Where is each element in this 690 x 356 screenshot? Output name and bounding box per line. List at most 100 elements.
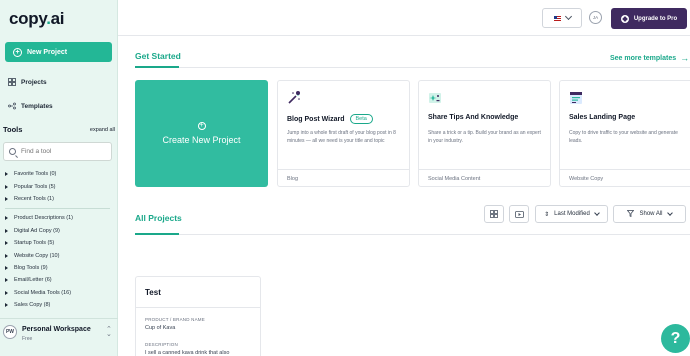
tool-group-social-media-tools[interactable]: Social Media Tools (16)	[5, 287, 115, 299]
video-icon	[514, 210, 524, 218]
tools-title: Tools	[3, 125, 23, 134]
create-new-project-card[interactable]: + Create New Project	[135, 80, 268, 187]
sort-icon: ⇕	[544, 211, 550, 218]
tool-group-sales-copy[interactable]: Sales Copy (8)	[5, 299, 115, 311]
user-avatar[interactable]: JA	[589, 11, 602, 24]
workspace-name: Personal Workspace	[22, 326, 91, 333]
caret-right-icon	[5, 303, 8, 308]
tab-all-projects[interactable]: All Projects	[135, 213, 182, 223]
filter-dropdown[interactable]: Show All	[613, 205, 686, 223]
tools-header: Tools expand all	[3, 125, 115, 134]
divider	[136, 307, 260, 308]
caret-right-icon	[5, 290, 8, 295]
new-project-label: New Project	[27, 48, 68, 56]
template-title: Sales Landing Page	[569, 114, 636, 121]
template-description: Share a trick or a tip. Build your brand…	[428, 130, 541, 144]
caret-right-icon	[5, 241, 8, 246]
sidebar-item-templates[interactable]: Templates	[8, 99, 53, 113]
magic-wand-icon	[287, 91, 301, 105]
tool-group-blog-tools[interactable]: Blog Tools (9)	[5, 262, 115, 274]
tool-group-startup-tools[interactable]: Startup Tools (5)	[5, 237, 115, 249]
app-root: copy.ai + New Project Projects Templates…	[0, 0, 690, 356]
tool-group-email-letter[interactable]: Email/Letter (6)	[5, 274, 115, 286]
plus-circle-icon: +	[13, 47, 22, 57]
new-project-button[interactable]: + New Project	[5, 42, 112, 62]
tool-group-label: Website Copy (10)	[14, 252, 60, 259]
grid-view-button[interactable]	[484, 205, 504, 223]
template-title: Blog Post Wizard Beta	[287, 114, 373, 124]
sort-dropdown[interactable]: ⇕ Last Modified	[535, 205, 608, 223]
beta-badge: Beta	[349, 114, 373, 124]
sidebar-item-projects[interactable]: Projects	[8, 75, 47, 89]
caret-right-icon	[5, 216, 8, 221]
tab-get-started[interactable]: Get Started	[135, 51, 181, 61]
filter-label: Show All	[639, 211, 663, 217]
project-card[interactable]: Test PRODUCT / BRAND NAME Cup of Kava DE…	[135, 276, 261, 356]
divider	[135, 67, 690, 68]
template-title: Share Tips And Knowledge	[428, 114, 519, 121]
search-icon	[9, 148, 16, 155]
template-description: Copy to drive traffic to your website an…	[569, 130, 678, 144]
template-category: Blog	[278, 169, 409, 182]
diamond-icon	[620, 14, 629, 23]
tool-search-input[interactable]	[21, 148, 101, 155]
language-selector[interactable]	[542, 8, 582, 28]
upgrade-button[interactable]: Upgrade to Pro	[611, 8, 687, 29]
tool-group-popular[interactable]: Popular Tools (5)	[5, 180, 115, 192]
tool-group-label: Recent Tools (1)	[14, 195, 54, 202]
caret-right-icon	[5, 172, 8, 177]
grid-icon	[8, 78, 16, 86]
divider	[135, 234, 690, 235]
workspace-switcher[interactable]: PW Personal Workspace Free ⌃ ⌄	[0, 318, 118, 356]
tool-group-label: Product Descriptions (1)	[14, 215, 73, 222]
tool-search-box[interactable]	[3, 142, 112, 161]
active-tab-indicator	[135, 66, 179, 68]
tool-group-label: Sales Copy (8)	[14, 302, 51, 309]
see-more-templates-link[interactable]: See more templates →	[610, 53, 689, 63]
project-title: Test	[145, 288, 161, 297]
help-button[interactable]: ?	[661, 324, 690, 353]
tool-group-digital-ad-copy[interactable]: Digital Ad Copy (9)	[5, 225, 115, 237]
tool-group-recent[interactable]: Recent Tools (1)	[5, 193, 115, 205]
caret-right-icon	[5, 265, 8, 270]
landing-page-icon	[569, 91, 583, 105]
see-more-label: See more templates	[610, 54, 677, 62]
field-label: PRODUCT / BRAND NAME	[145, 317, 205, 322]
tool-group-label: Popular Tools (5)	[14, 183, 56, 190]
template-description: Jump into a whole first draft of your bl…	[287, 130, 396, 144]
tool-group-website-copy[interactable]: Website Copy (10)	[5, 249, 115, 261]
sidebar: copy.ai + New Project Projects Templates…	[0, 0, 118, 356]
sidebar-item-label: Templates	[21, 102, 53, 110]
chevron-down-icon	[666, 210, 673, 216]
tool-group-favorites[interactable]: Favorite Tools (0)	[5, 168, 115, 180]
template-card-share-tips[interactable]: Share Tips And Knowledge Share a trick o…	[418, 80, 551, 187]
logo[interactable]: copy.ai	[9, 9, 65, 29]
plus-circle-icon: +	[197, 122, 206, 130]
caret-right-icon	[5, 253, 8, 258]
video-view-button[interactable]	[509, 205, 529, 223]
field-value: I sell a canned kava drink that also	[145, 350, 230, 356]
grid-icon	[490, 210, 498, 218]
sidebar-item-label: Projects	[21, 78, 47, 86]
chevron-down-icon	[594, 210, 600, 216]
expand-all-link[interactable]: expand all	[90, 127, 115, 133]
tool-group-label: Email/Letter (6)	[14, 277, 52, 284]
template-title-text: Blog Post Wizard	[287, 115, 345, 123]
template-category: Social Media Content	[419, 169, 550, 182]
template-category: Website Copy	[560, 169, 690, 182]
active-tab-indicator	[135, 233, 179, 235]
template-card-blog-post-wizard[interactable]: Blog Post Wizard Beta Jump into a whole …	[277, 80, 410, 187]
upgrade-label: Upgrade to Pro	[633, 15, 678, 22]
template-icon	[8, 102, 16, 110]
workspace-avatar: PW	[3, 325, 17, 339]
caret-right-icon	[5, 278, 8, 283]
tool-group-label: Social Media Tools (16)	[14, 289, 72, 296]
tool-group-list: Favorite Tools (0) Popular Tools (5) Rec…	[5, 168, 115, 311]
tool-group-product-descriptions[interactable]: Product Descriptions (1)	[5, 212, 115, 224]
sort-label: Last Modified	[554, 211, 590, 217]
tool-group-label: Blog Tools (9)	[14, 264, 48, 271]
tool-group-label: Startup Tools (5)	[14, 240, 55, 247]
template-card-sales-landing-page[interactable]: Sales Landing Page Copy to drive traffic…	[559, 80, 690, 187]
chevron-down-icon	[564, 12, 572, 21]
chevron-up-down-icon: ⌃ ⌄	[106, 326, 112, 338]
